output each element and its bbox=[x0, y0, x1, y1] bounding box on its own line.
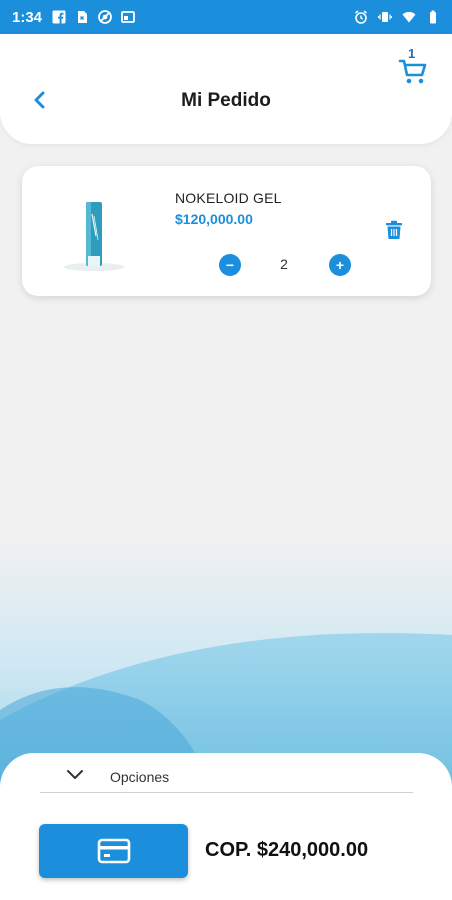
status-bar: 1:34 bbox=[0, 0, 452, 34]
product-image bbox=[64, 202, 124, 271]
vibrate-icon bbox=[378, 10, 392, 24]
status-time: 1:34 bbox=[12, 8, 43, 26]
quantity-value: 2 bbox=[280, 256, 288, 272]
window-icon bbox=[121, 10, 135, 24]
wifi-icon bbox=[402, 10, 416, 24]
options-label: Opciones bbox=[110, 769, 170, 785]
order-total: COP. $240,000.00 bbox=[205, 839, 369, 861]
credit-card-icon bbox=[97, 838, 130, 864]
pay-button[interactable] bbox=[39, 824, 188, 878]
decrease-quantity-button[interactable]: − bbox=[219, 254, 241, 276]
facebook-icon bbox=[52, 10, 66, 24]
vpn-icon bbox=[98, 10, 112, 24]
battery-icon bbox=[426, 10, 440, 24]
alarm-icon bbox=[354, 10, 368, 24]
trash-icon bbox=[386, 220, 402, 239]
product-card: NOKELOID GEL $120,000.00 − 2 + bbox=[22, 166, 431, 296]
options-toggle[interactable]: Opciones bbox=[40, 763, 413, 793]
product-price: $120,000.00 bbox=[175, 211, 253, 227]
cart-icon bbox=[398, 59, 427, 84]
sim-icon bbox=[75, 10, 89, 24]
status-right-icons bbox=[354, 10, 440, 24]
bottom-sheet: Opciones COP. $240,000.00 bbox=[0, 753, 452, 900]
page-title: Mi Pedido bbox=[181, 90, 271, 111]
increase-quantity-button[interactable]: + bbox=[329, 254, 351, 276]
delete-button[interactable] bbox=[385, 220, 403, 240]
cart-button[interactable] bbox=[398, 58, 428, 86]
header: Mi Pedido bbox=[0, 34, 452, 144]
chevron-down-icon bbox=[67, 770, 83, 779]
product-name: NOKELOID GEL bbox=[175, 190, 282, 206]
status-left-icons bbox=[52, 10, 135, 24]
